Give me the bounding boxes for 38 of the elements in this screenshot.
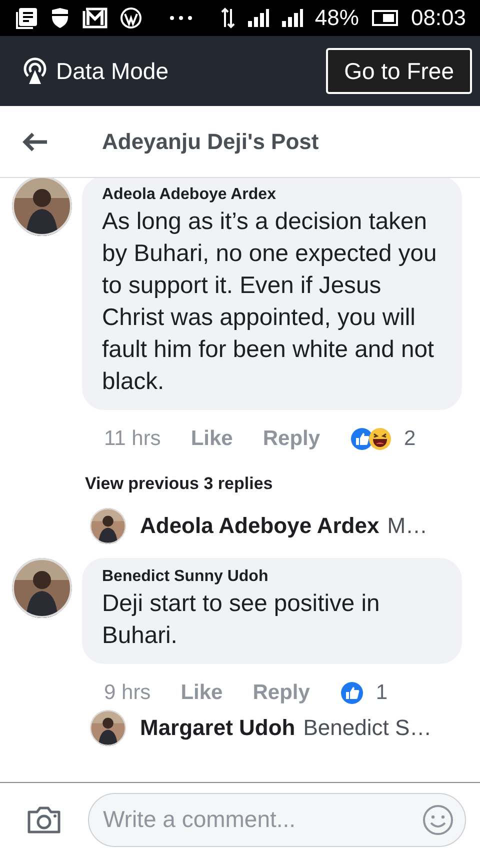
- battery-percentage: 48%: [314, 5, 359, 31]
- clock: 08:03: [410, 5, 466, 31]
- comment-author[interactable]: Benedict Sunny Udoh: [102, 568, 442, 586]
- avatar[interactable]: [90, 508, 126, 544]
- avatar[interactable]: [12, 558, 72, 618]
- reply-snippet: Benedict S…: [303, 715, 432, 741]
- reaction-count[interactable]: 1: [376, 681, 388, 705]
- comment-text: As long as it’s a decision taken by Buhari, no one expected you to support it. Even if Jesus Christ was appointed, you will fault him for been white and not black.: [102, 207, 438, 397]
- avatar[interactable]: [90, 710, 126, 746]
- go-to-free-button[interactable]: Go to Free: [326, 48, 472, 94]
- camera-icon[interactable]: [26, 804, 62, 834]
- reply-author[interactable]: Margaret Udoh: [140, 715, 296, 741]
- wordpress-icon: [120, 7, 142, 29]
- reply-snippet: M…: [387, 513, 428, 539]
- post-title: Adeyanju Deji's Post: [102, 128, 319, 154]
- data-mode-label: Data Mode: [56, 58, 169, 84]
- data-transfer-icon: [220, 7, 235, 29]
- view-previous-replies-link[interactable]: View previous 3 replies: [0, 456, 480, 508]
- news-icon: [16, 7, 38, 29]
- signal-icon: [280, 7, 303, 29]
- comment-author[interactable]: Adeola Adeboye Ardex: [102, 186, 442, 204]
- reaction-count[interactable]: 2: [404, 427, 416, 451]
- more-icon: [169, 15, 194, 21]
- comment-input-field[interactable]: Write a comment...: [88, 792, 466, 846]
- back-arrow-icon[interactable]: [22, 132, 48, 152]
- battery-icon: [370, 9, 399, 27]
- laughing-face-icon: [368, 427, 392, 451]
- mail-icon: [82, 7, 108, 29]
- signal-icon: [246, 7, 269, 29]
- comment-text: Deji start to see positive in Buhari.: [102, 589, 381, 651]
- emoji-icon[interactable]: [422, 804, 454, 836]
- shield-icon: [50, 7, 70, 29]
- thumbs-up-icon: [340, 681, 364, 705]
- comment-time: 11 hrs: [104, 427, 161, 451]
- broadcast-icon: [22, 57, 48, 85]
- comment-time: 9 hrs: [104, 681, 151, 705]
- avatar[interactable]: [12, 178, 72, 236]
- reply-author[interactable]: Adeola Adeboye Ardex: [140, 513, 380, 539]
